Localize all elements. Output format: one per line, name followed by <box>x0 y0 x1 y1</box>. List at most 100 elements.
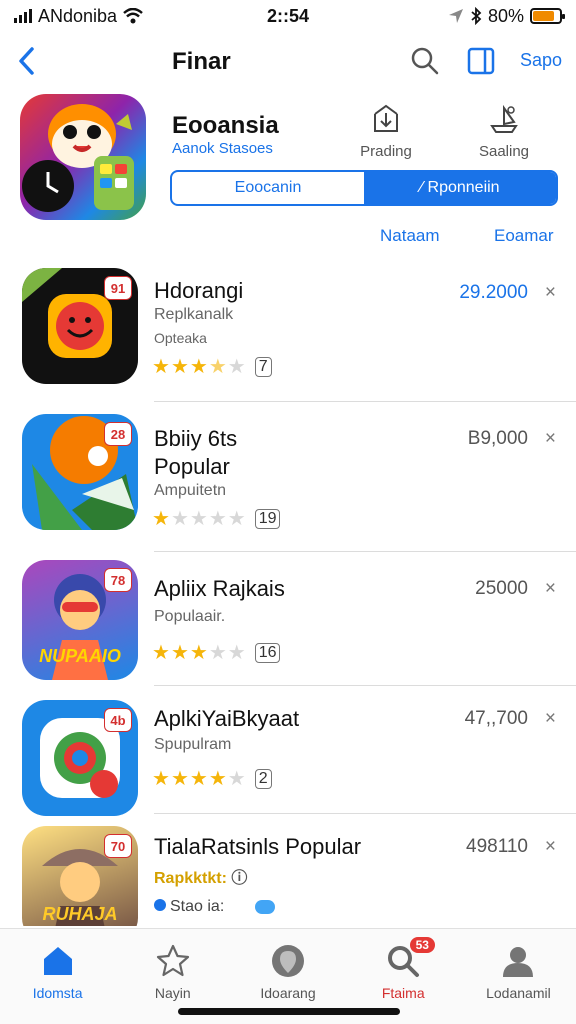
status-bar: ANdoniba 2::54 80% <box>0 0 576 32</box>
app-subtitle: Ampuitetn <box>154 482 227 499</box>
stat-download[interactable]: Prading <box>336 104 436 160</box>
star-icon: ★ <box>227 356 246 378</box>
battery-level <box>533 11 554 21</box>
tab-label: Idomsta <box>32 985 83 1001</box>
featured-app-developer[interactable]: Aanok Stasoes <box>172 140 273 157</box>
close-icon[interactable]: × <box>545 836 556 858</box>
app-icon[interactable]: 78 NUPAAIO <box>22 560 138 680</box>
stat-sailing-label: Saaling <box>478 143 530 160</box>
list-item[interactable]: 70 RUHAJA TialaRatsinls Popular Rapkktkt… <box>0 826 576 926</box>
app-price: B9,000 <box>467 428 528 449</box>
app-title: Apliix Rajkais <box>154 576 285 601</box>
tablet-icon[interactable] <box>466 46 496 76</box>
app-badge: 70 <box>104 834 132 858</box>
app-price: 498110 <box>466 836 528 857</box>
battery-icon <box>530 8 565 24</box>
star-icon: ★ <box>189 642 208 664</box>
cloud-icon <box>254 899 275 914</box>
rating-stars: ★ ★ ★ ★ ★ 16 <box>152 640 281 665</box>
star-icon: ★ <box>170 356 189 378</box>
star-icon: ★ <box>208 508 227 530</box>
bluetooth-icon <box>471 7 482 25</box>
list-item[interactable]: 78 NUPAAIO Apliix Rajkais Populaair. ★ ★ ★… <box>0 560 576 686</box>
close-icon[interactable]: × <box>545 282 556 304</box>
segment-right[interactable]: ⁄ Rponneiin <box>364 172 556 204</box>
tab-label: Lodanamil <box>486 985 551 1001</box>
link-left[interactable]: Nataam <box>380 226 440 246</box>
wifi-icon <box>123 8 143 24</box>
app-subtitle: Spupulram <box>154 736 232 753</box>
link-right[interactable]: Eoamar <box>494 226 554 246</box>
divider <box>154 685 576 686</box>
featured-app-icon[interactable] <box>20 94 146 220</box>
app-icon[interactable]: 4b <box>22 700 138 816</box>
page-title: Finar <box>172 48 231 75</box>
star-icon: ★ <box>152 356 170 378</box>
rating-count: 16 <box>254 642 281 663</box>
boat-icon <box>490 104 518 133</box>
person-icon <box>503 947 534 977</box>
app-icon[interactable]: 70 RUHAJA <box>22 826 138 926</box>
home-indicator <box>178 1008 400 1015</box>
star-icon: ★ <box>170 508 189 530</box>
divider <box>154 813 576 814</box>
app-badge: 78 <box>104 568 132 592</box>
divider <box>154 551 576 552</box>
star-icon: ★ <box>152 508 170 530</box>
penguin-icon <box>22 104 134 212</box>
star-icon: ★ <box>227 508 246 530</box>
app-title: TialaRatsinls Popular <box>154 834 362 859</box>
tab-label: Idoarang <box>260 985 316 1001</box>
close-icon[interactable]: × <box>545 428 556 450</box>
carrier-label: ANdoniba <box>38 5 118 26</box>
status-time: 2::54 <box>266 5 310 26</box>
back-button[interactable] <box>14 44 38 78</box>
location-arrow-icon <box>448 9 463 23</box>
star-icon: ★ <box>208 356 227 378</box>
star-icon: ★ <box>189 356 208 378</box>
status-right: 80% <box>362 5 565 27</box>
tab-home[interactable]: Idomsta <box>0 929 115 1024</box>
stat-sailing[interactable]: Saaling <box>454 104 554 160</box>
app-subtitle-secondary-text: Stao ia: <box>170 898 225 915</box>
shield-icon <box>154 899 166 911</box>
app-title: AplkiYaiBkyaat <box>154 706 300 731</box>
star-icon: ★ <box>208 768 227 790</box>
battery-percent: 80% <box>487 5 524 26</box>
rating-stars: ★ ★ ★ ★ ★ 19 <box>152 506 281 531</box>
app-badge: 28 <box>104 422 132 446</box>
app-icon[interactable]: 28 <box>22 414 138 530</box>
app-price: 29.2000 <box>459 282 528 303</box>
tab-label: Nayin <box>154 985 191 1001</box>
featured-app: Eooansia Aanok Stasoes Prading Saaling E… <box>0 94 576 254</box>
download-box-icon <box>374 104 398 132</box>
segment-left[interactable]: Eoocanin <box>172 172 364 204</box>
info-icon[interactable]: ⓘ <box>231 870 247 887</box>
app-price: 47,,700 <box>464 708 528 729</box>
tab-profile[interactable]: Lodanamil <box>461 929 576 1024</box>
rating-stars: ★ ★ ★ ★ ★ 2 <box>152 766 272 791</box>
signal-icon <box>14 9 32 23</box>
stat-download-label: Prading <box>360 143 412 160</box>
app-title: Bbiiy 6ts <box>154 426 238 451</box>
rating-count: 7 <box>254 356 272 377</box>
app-subtitle-text: Rapkktkt: <box>154 870 227 887</box>
close-icon[interactable]: × <box>545 578 556 600</box>
location-icon <box>272 945 304 977</box>
list-item[interactable]: 91 Hdorangi Replkanalk Opteaka ★ ★ ★ ★ ★ 7 29… <box>0 268 576 402</box>
star-icon <box>156 944 189 977</box>
list-item[interactable]: 28 Bbiiy 6ts Popular Ampuitetn ★ ★ ★ ★ ★ 19 B… <box>0 412 576 552</box>
segmented-control: Eoocanin ⁄ Rponneiin <box>170 170 558 206</box>
notification-badge: 53 <box>409 937 435 953</box>
nav-action-button[interactable]: Sapo <box>520 50 562 71</box>
app-price: 25000 <box>475 578 528 599</box>
app-badge: 91 <box>104 276 132 300</box>
app-icon[interactable]: 91 <box>22 268 138 384</box>
search-icon[interactable] <box>410 46 440 76</box>
close-icon[interactable]: × <box>545 708 556 730</box>
app-subtitle: Rapkktkt: ⓘ <box>154 864 247 888</box>
star-icon: ★ <box>152 768 170 790</box>
star-icon: ★ <box>170 768 189 790</box>
app-subtitle: Populaair. <box>154 608 226 625</box>
list-item[interactable]: 4b AplkiYaiBkyaat Spupulram ★ ★ ★ ★ ★ 2 47,,7… <box>0 700 576 820</box>
